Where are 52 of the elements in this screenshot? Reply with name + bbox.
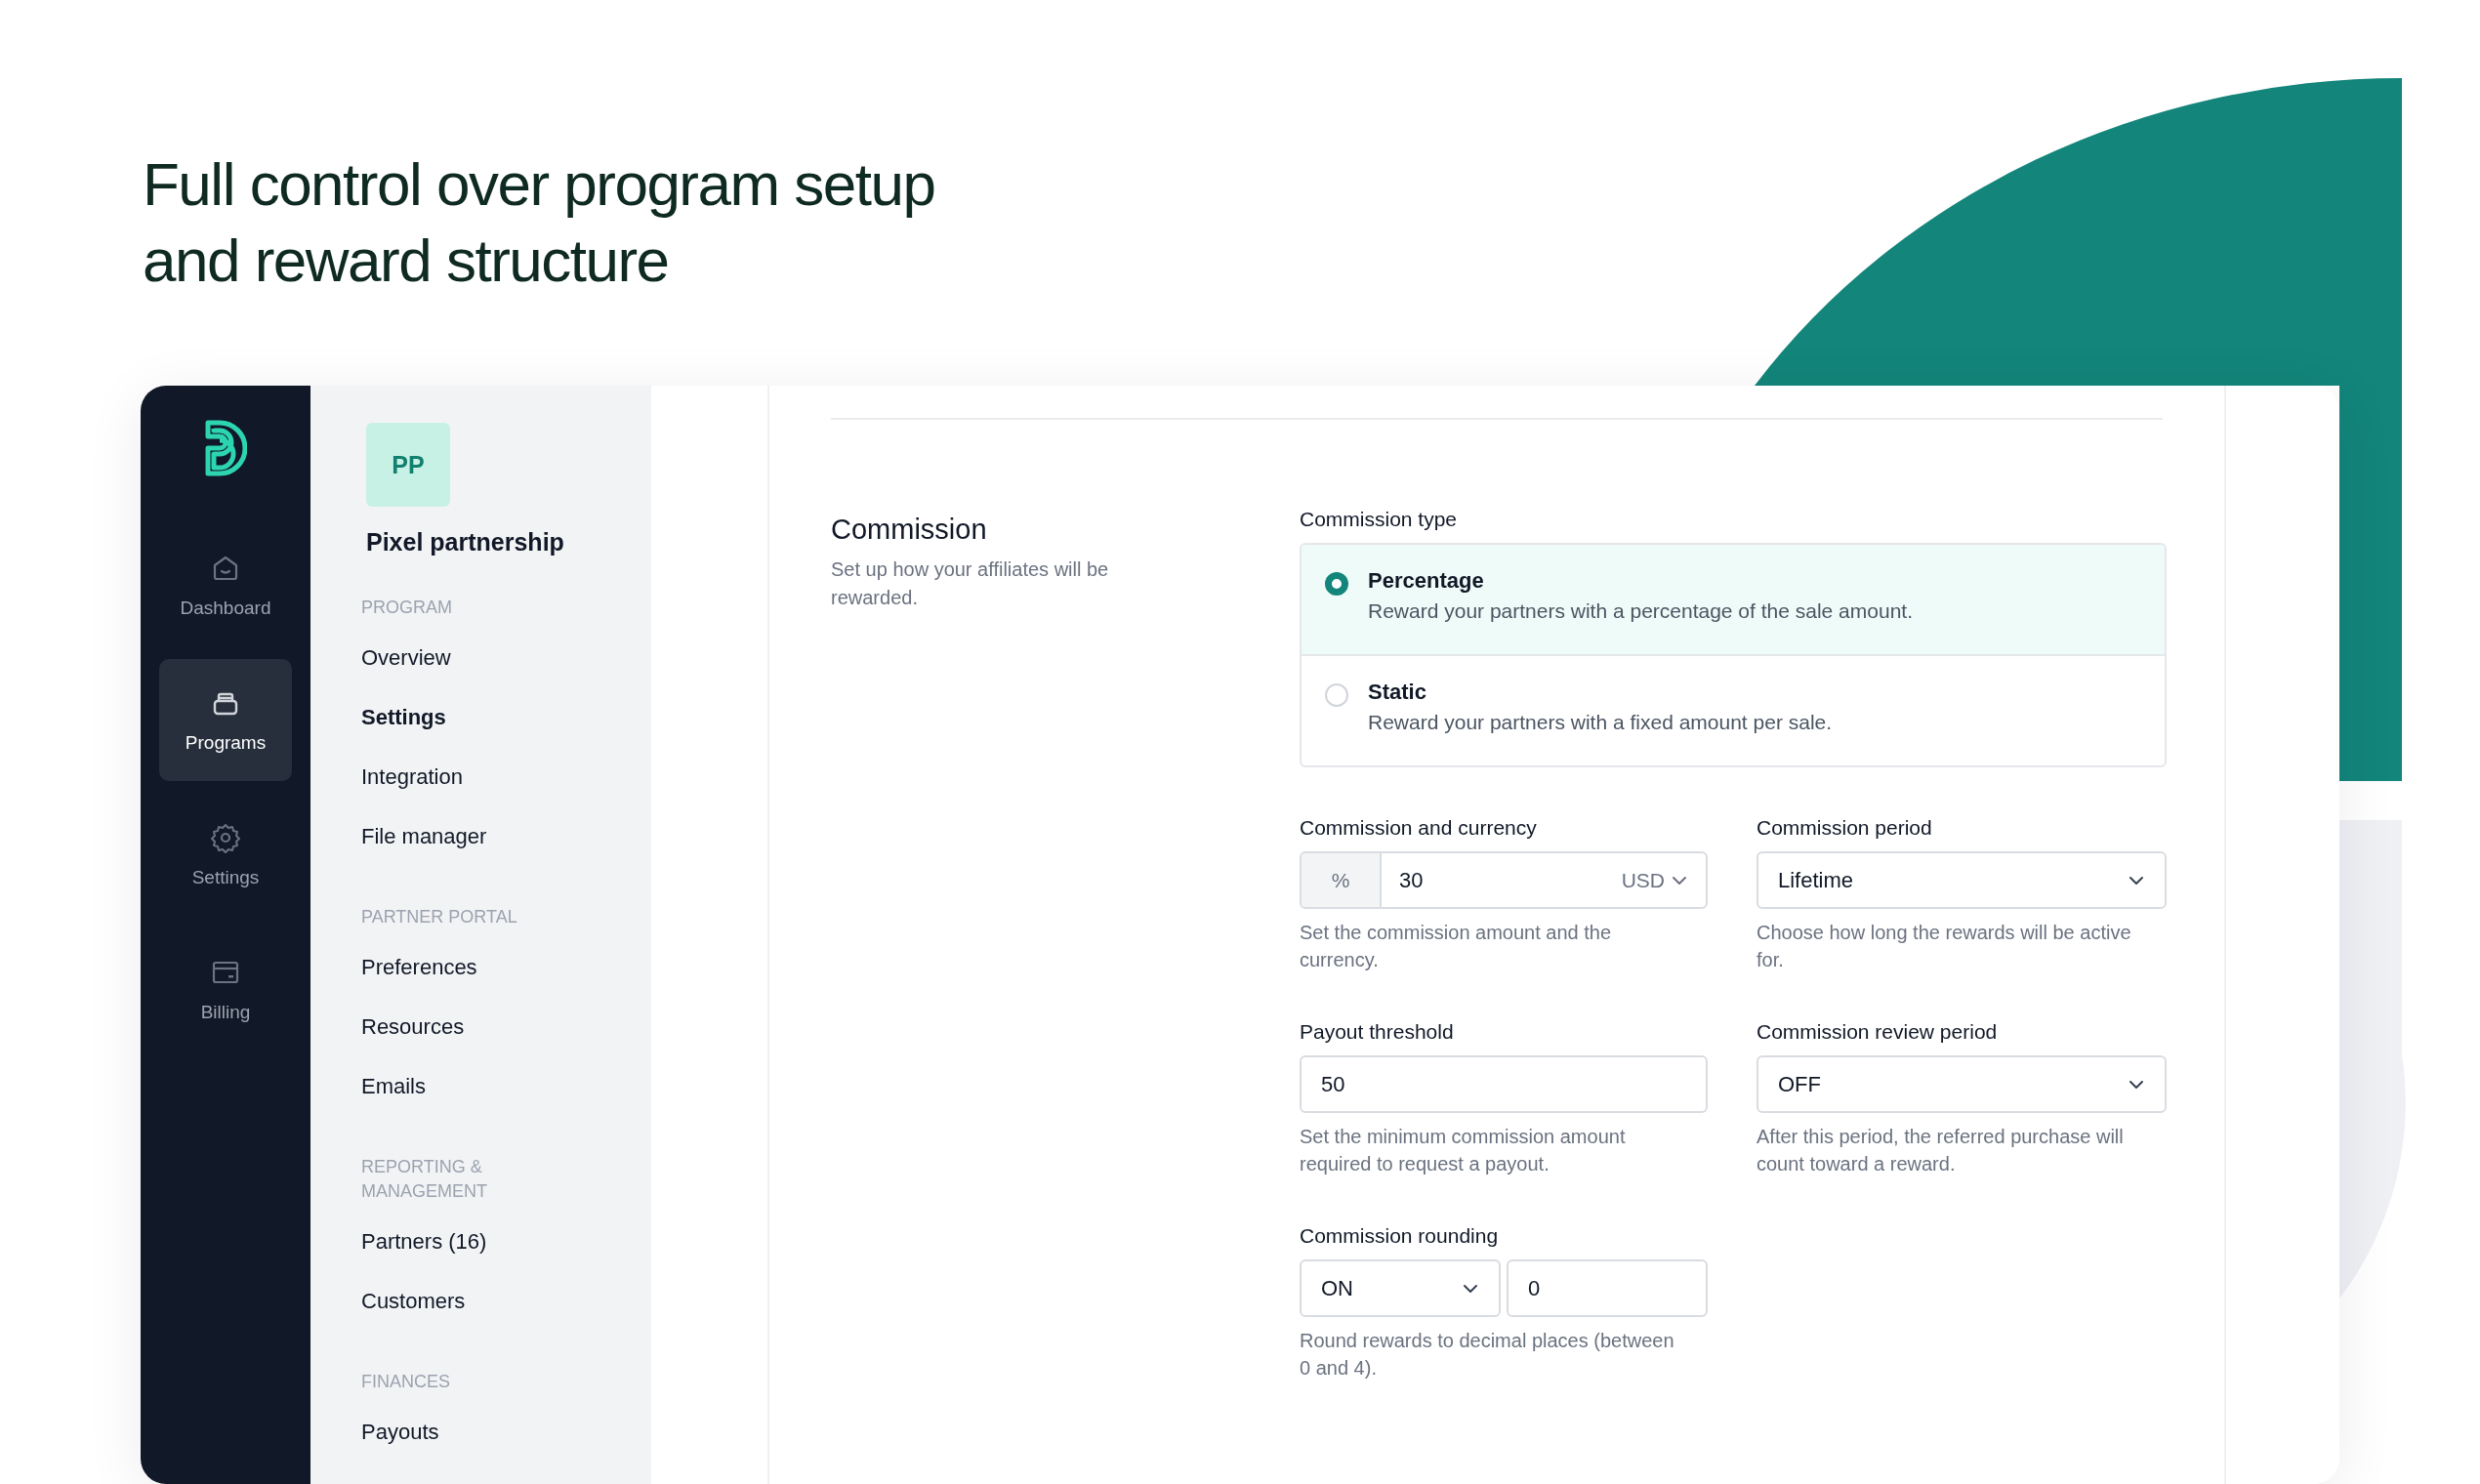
sidebar-link[interactable]: Customers [361,1271,466,1331]
field-label: Commission review period [1757,1020,1998,1044]
select-field[interactable]: Lifetime [1757,851,2167,909]
sidebar-link[interactable]: Integration [361,747,463,806]
help-text: Set the commission amount and the currency. [1300,921,1613,972]
rail-item[interactable]: Settings [159,794,292,916]
input-field[interactable]: 0 [1507,1259,1708,1317]
field-label: Commission and currency [1300,816,1537,840]
field-label: Payout threshold [1300,1020,1454,1044]
help-text: Choose how long the rewards will be active for. [1757,921,2132,972]
rail-label: Dashboard [180,597,271,619]
section-description: Set up how your affiliates will be rewarded. [831,557,1110,610]
rail-item[interactable]: Programs [159,659,292,781]
sidebar-link[interactable]: Overview [361,628,451,687]
option-description: Reward your partners with a fixed amount per sale. [1368,711,1833,734]
select-field[interactable]: ON [1300,1259,1501,1317]
field-label: Commission type [1300,508,1458,531]
rail-label: Programs [185,731,267,754]
option-description: Reward your partners with a percentage of the sale amount. [1368,599,1913,623]
section-heading: REPORTING & MANAGEMENT [361,1156,488,1203]
radio-option[interactable]: Percentage Reward your partners with a percentage of the sale amount. [1302,545,2165,654]
select-field[interactable]: OFF [1757,1055,2167,1113]
field-label: Commission period [1757,816,1932,840]
headline: Full control over program setup and reward structure [143,149,935,296]
option-title: Percentage [1368,568,1484,594]
section-heading: PROGRAM [361,597,453,619]
program-name: Pixel partnership [366,528,564,556]
sidebar-link[interactable]: Preferences [361,937,477,997]
radio-button[interactable] [1325,572,1348,596]
sidebar-link[interactable]: Partners (16) [361,1212,487,1271]
sidebar-link[interactable]: Resources [361,997,465,1056]
input-field[interactable]: 50 [1300,1055,1708,1113]
help-text: After this period, the referred purchase will count toward a reward. [1757,1125,2125,1176]
sidebar-link[interactable]: Payouts [361,1402,439,1462]
section-heading: PARTNER PORTAL [361,906,518,928]
sidebar-link[interactable]: Settings [361,687,446,747]
logo-icon [204,419,247,477]
sidebar-link[interactable]: File manager [361,806,487,866]
rail-label: Billing [200,1001,251,1023]
rail-item[interactable]: Dashboard [159,524,292,646]
rail-item[interactable]: Billing [159,928,292,1051]
rail-label: Settings [191,866,260,888]
help-text: Round rewards to decimal places (between 0 and 4). [1300,1329,1675,1381]
settings-icon [210,821,241,853]
section-title: Commission [831,514,987,546]
program-avatar: PP [366,423,450,507]
help-text: Set the minimum commission amount required to request a payout. [1300,1125,1627,1176]
option-title: Static [1368,680,1426,705]
field-label: Commission rounding [1300,1224,1499,1248]
radio-option[interactable]: Static Reward your partners with a fixed amount per sale. [1302,654,2165,765]
sidebar-link[interactable]: Emails [361,1056,426,1116]
section-heading: FINANCES [361,1371,451,1393]
